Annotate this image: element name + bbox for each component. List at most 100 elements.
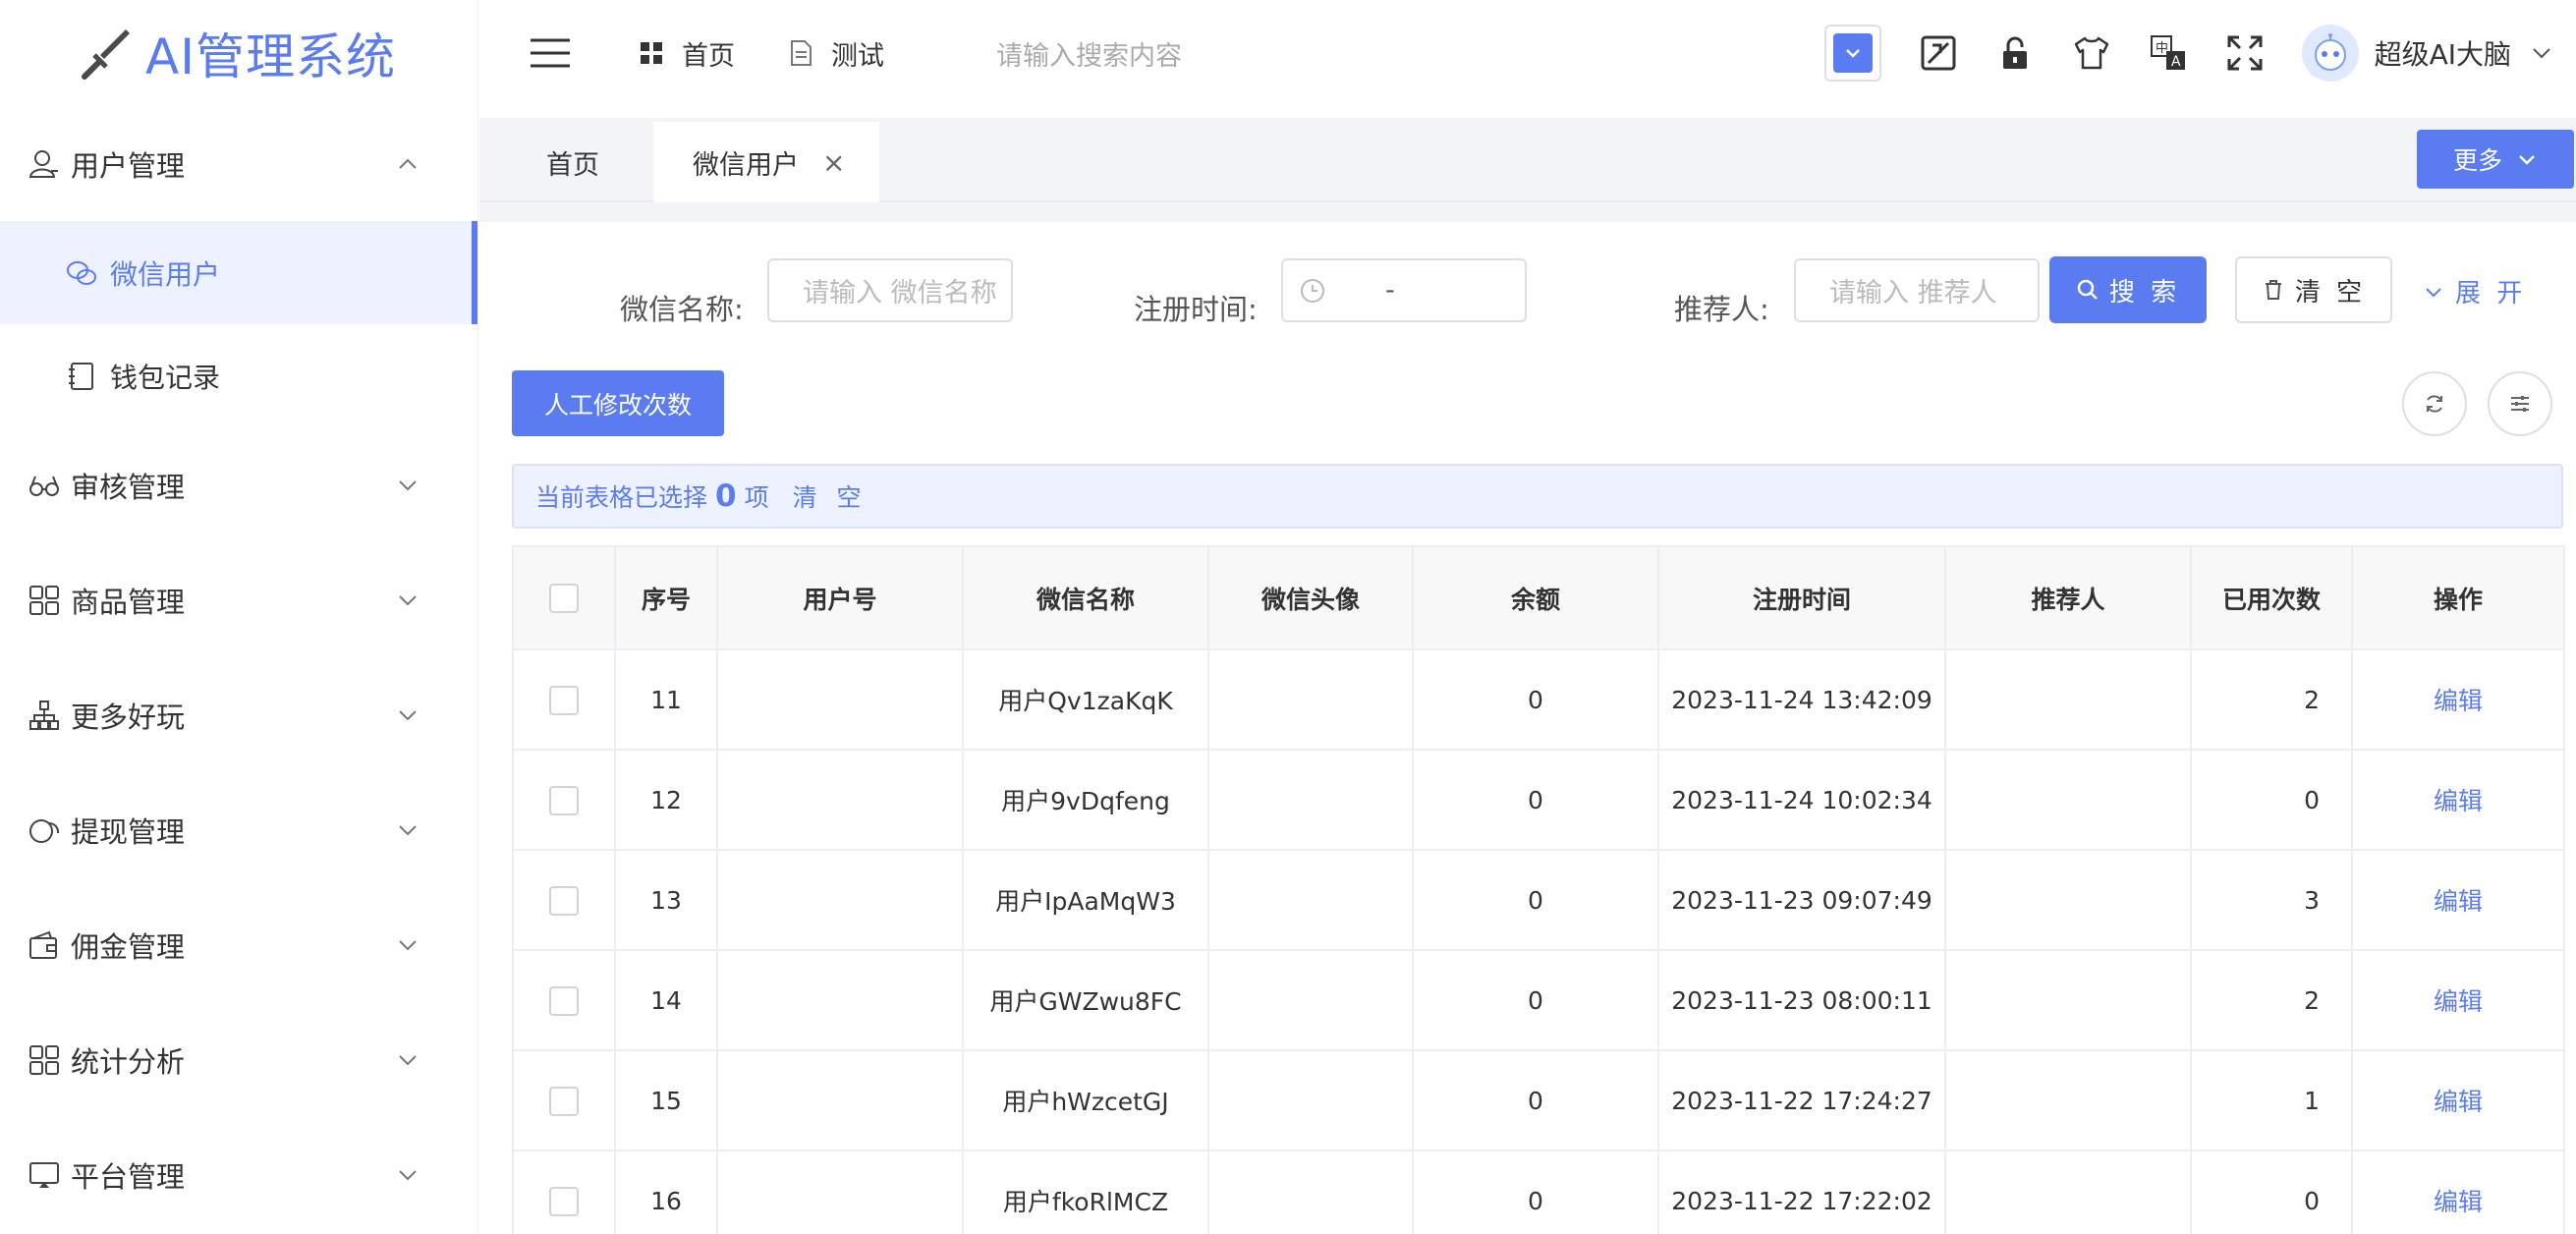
fullscreen-icon[interactable] bbox=[2225, 33, 2265, 73]
sidebar-item-label: 微信用户 bbox=[110, 257, 221, 291]
cell-balance: 0 bbox=[1412, 1049, 1659, 1151]
chevron-down-icon bbox=[399, 479, 417, 490]
referrer-input[interactable]: 请输入 推荐人 bbox=[1794, 258, 2040, 322]
tab-home[interactable]: 首页 bbox=[546, 122, 599, 202]
cell-avatar bbox=[1207, 1049, 1414, 1151]
selection-prefix: 当前表格已选择 bbox=[535, 483, 708, 512]
sidebar-item-more-fun[interactable]: 更多好玩 bbox=[0, 657, 477, 772]
cell-balance: 0 bbox=[1412, 1150, 1659, 1234]
sidebar-item-statistics[interactable]: 统计分析 bbox=[0, 1002, 477, 1117]
cell-wechat-name: 用户9vDqfeng bbox=[962, 749, 1209, 851]
search-button[interactable]: 搜 索 bbox=[2049, 256, 2207, 323]
cell-user-no bbox=[716, 1150, 964, 1234]
clear-button[interactable]: 清 空 bbox=[2235, 256, 2392, 323]
referrer-label: 推荐人: bbox=[1674, 293, 1769, 326]
cell-used-count: 2 bbox=[2190, 648, 2353, 751]
sidebar-item-platform-management[interactable]: 平台管理 bbox=[0, 1117, 477, 1232]
cell-actions: 编辑 bbox=[2351, 1049, 2565, 1151]
sidebar-item-label: 钱包记录 bbox=[110, 361, 221, 394]
nav-home[interactable]: 首页 bbox=[637, 34, 735, 73]
sidebar-item-review-management[interactable]: 审核管理 bbox=[0, 427, 477, 542]
translate-icon[interactable]: 中A bbox=[2149, 33, 2188, 73]
clear-selection-link[interactable]: 清 空 bbox=[793, 478, 868, 514]
sidebar-item-label: 商品管理 bbox=[71, 585, 186, 619]
cell-user-no bbox=[716, 949, 964, 1051]
chevron-down-icon bbox=[399, 939, 417, 950]
column-header: 推荐人 bbox=[1944, 545, 2192, 650]
sidebar-item-product-management[interactable]: 商品管理 bbox=[0, 542, 477, 657]
cell-wechat-name: 用户GWZwu8FC bbox=[962, 949, 1209, 1051]
sidebar-item-wechat-users[interactable]: 微信用户 bbox=[0, 221, 477, 324]
row-checkbox[interactable] bbox=[549, 1086, 579, 1116]
more-label: 更多 bbox=[2452, 146, 2502, 175]
chevron-down-icon[interactable] bbox=[2529, 40, 2554, 66]
select-all-checkbox[interactable] bbox=[549, 584, 579, 613]
wechat-name-input[interactable]: 请输入 微信名称 bbox=[767, 258, 1013, 322]
cell-index: 12 bbox=[614, 749, 718, 851]
header-search-input[interactable]: 请输入搜索内容 bbox=[996, 34, 1743, 73]
cell-used-count: 0 bbox=[2190, 749, 2353, 851]
manual-edit-count-button[interactable]: 人工修改次数 bbox=[512, 370, 724, 436]
row-checkbox[interactable] bbox=[549, 985, 579, 1016]
theme-dropdown[interactable] bbox=[1823, 25, 1881, 82]
chevron-down-icon bbox=[399, 1054, 417, 1065]
row-select-cell bbox=[512, 1150, 616, 1234]
row-checkbox[interactable] bbox=[549, 1186, 579, 1216]
range-separator: - bbox=[1385, 275, 1395, 306]
logo: AI管理系统 bbox=[0, 0, 477, 106]
sidebar-item-label: 审核管理 bbox=[71, 470, 186, 504]
column-settings-button[interactable] bbox=[2488, 371, 2552, 436]
column-header: 余额 bbox=[1412, 545, 1659, 650]
sidebar-item-commission-management[interactable]: 佣金管理 bbox=[0, 887, 477, 1002]
cell-balance: 0 bbox=[1412, 849, 1659, 951]
cell-user-no bbox=[716, 749, 964, 851]
document-icon bbox=[791, 40, 812, 66]
user-name[interactable]: 超级AI大脑 bbox=[2375, 33, 2511, 73]
table-row: 12 用户9vDqfeng 0 2023-11-24 10:02:34 0 编辑 bbox=[512, 749, 2565, 851]
clear-label: 清 空 bbox=[2294, 277, 2367, 308]
edit-link[interactable]: 编辑 bbox=[2434, 987, 2483, 1016]
notebook-icon bbox=[69, 362, 93, 390]
edit-link[interactable]: 编辑 bbox=[2434, 1088, 2483, 1116]
avatar[interactable] bbox=[2301, 25, 2359, 82]
refresh-button[interactable] bbox=[2402, 371, 2467, 436]
edit-link[interactable]: 编辑 bbox=[2434, 1188, 2483, 1216]
edit-link[interactable]: 编辑 bbox=[2434, 687, 2483, 715]
row-checkbox[interactable] bbox=[549, 885, 579, 916]
tab-wechat-users[interactable]: 微信用户 × bbox=[653, 122, 879, 202]
chevron-down-icon bbox=[2519, 155, 2535, 165]
trash-icon bbox=[2265, 280, 2281, 300]
row-checkbox[interactable] bbox=[549, 685, 579, 715]
cell-balance: 0 bbox=[1412, 749, 1659, 851]
wechat-name-label: 微信名称: bbox=[620, 293, 744, 326]
chevron-down-icon bbox=[399, 1169, 417, 1180]
lock-icon[interactable] bbox=[1995, 33, 2035, 73]
sidebar-item-label: 平台管理 bbox=[71, 1159, 186, 1194]
cell-wechat-name: 用户IpAaMqW3 bbox=[962, 849, 1209, 951]
cell-used-count: 1 bbox=[2190, 1049, 2353, 1151]
cell-index: 16 bbox=[614, 1150, 718, 1234]
edit-link[interactable]: 编辑 bbox=[2434, 887, 2483, 916]
table-row: 13 用户IpAaMqW3 0 2023-11-23 09:07:49 3 编辑 bbox=[512, 849, 2565, 951]
tshirt-icon[interactable] bbox=[2072, 33, 2111, 73]
column-header: 微信头像 bbox=[1207, 545, 1414, 650]
user-icon bbox=[28, 149, 58, 178]
nav-test[interactable]: 测试 bbox=[786, 34, 884, 73]
register-time-range[interactable]: - bbox=[1281, 258, 1527, 322]
hamburger-menu-icon[interactable] bbox=[529, 36, 572, 70]
row-checkbox[interactable] bbox=[549, 785, 579, 815]
cell-actions: 编辑 bbox=[2351, 849, 2565, 951]
screenshot-icon[interactable] bbox=[1919, 33, 1958, 73]
sliders-icon bbox=[2511, 396, 2529, 412]
edit-link[interactable]: 编辑 bbox=[2434, 787, 2483, 815]
sidebar-item-user-management[interactable]: 用户管理 bbox=[0, 106, 477, 221]
expand-toggle[interactable]: 展 开 bbox=[2424, 273, 2526, 309]
glasses-icon bbox=[29, 476, 59, 496]
sidebar-item-withdrawal-management[interactable]: 提现管理 bbox=[0, 772, 477, 887]
close-icon[interactable]: × bbox=[822, 146, 845, 179]
divider bbox=[479, 202, 2576, 222]
sidebar-item-wallet-records[interactable]: 钱包记录 bbox=[0, 324, 477, 427]
cell-index: 15 bbox=[614, 1049, 718, 1151]
column-header: 用户号 bbox=[716, 545, 964, 650]
more-button[interactable]: 更多 bbox=[2417, 130, 2574, 189]
